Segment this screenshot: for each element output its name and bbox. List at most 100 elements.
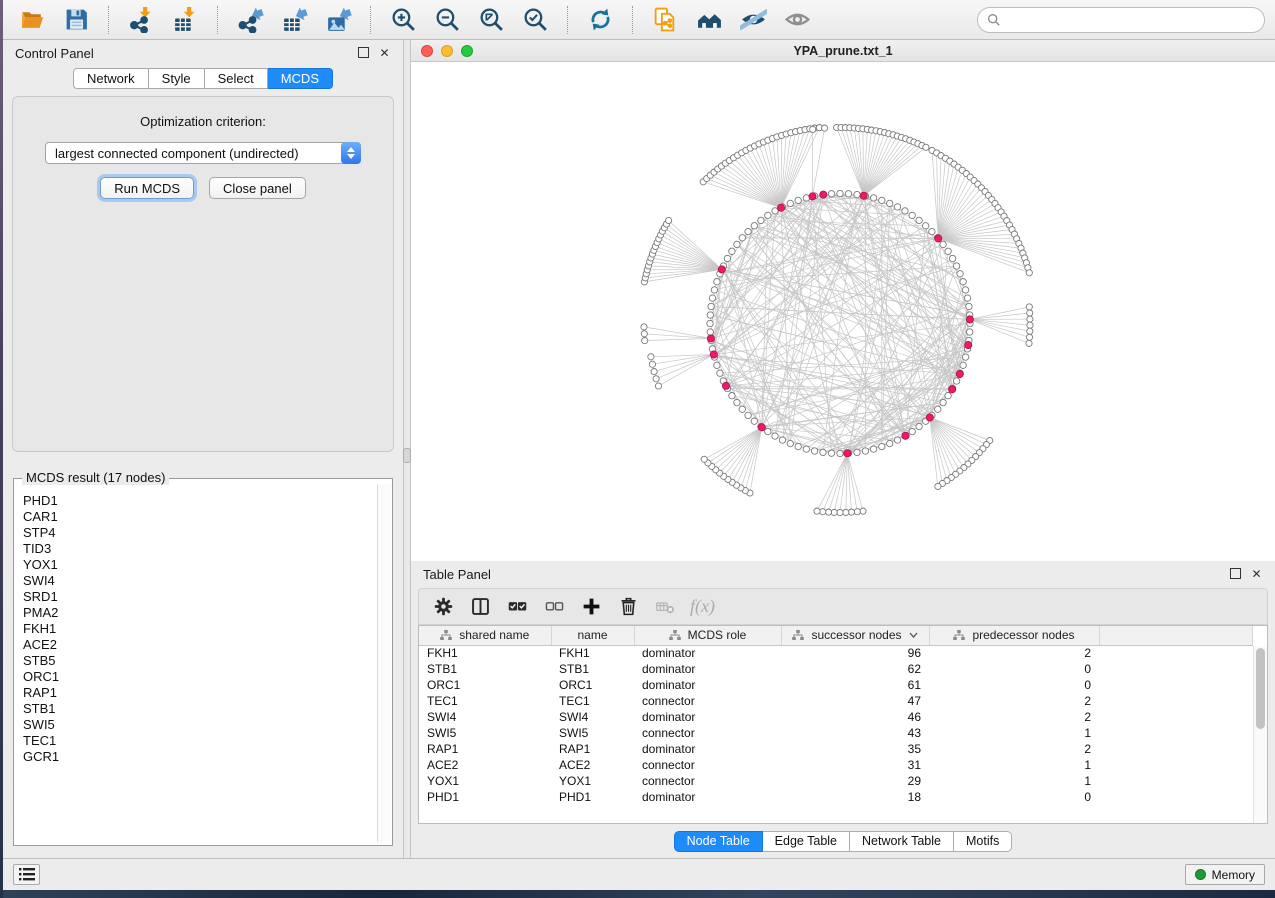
column-header-shared-name[interactable]: shared name (419, 626, 551, 645)
search-field[interactable] (977, 7, 1265, 33)
network-graph[interactable] (411, 62, 1275, 561)
mcds-result-item[interactable]: TID3 (23, 541, 376, 557)
hide-selected-button[interactable] (734, 4, 772, 36)
home-layout-button[interactable] (690, 4, 728, 36)
export-image-button[interactable] (319, 4, 357, 36)
main-area: Control Panel ✕ NetworkStyleSelectMCDS O… (3, 40, 1275, 858)
column-header-name[interactable]: name (551, 626, 634, 645)
mcds-result-item[interactable]: CAR1 (23, 509, 376, 525)
table-cell: dominator (634, 645, 781, 661)
table-row[interactable]: YOX1YOX1connector291 (419, 773, 1253, 789)
mcds-result-item[interactable]: STB1 (23, 701, 376, 717)
split-columns-button[interactable] (464, 593, 497, 621)
tab-motifs[interactable]: Motifs (954, 831, 1012, 852)
column-namespace-icon (953, 630, 965, 641)
close-panel-icon[interactable]: ✕ (378, 47, 391, 60)
mcds-result-item[interactable]: ORC1 (23, 669, 376, 685)
save-session-button[interactable] (57, 4, 95, 36)
zoom-out-button[interactable] (428, 4, 466, 36)
export-network-button[interactable] (231, 4, 269, 36)
delete-table-button[interactable] (649, 593, 682, 621)
mcds-result-item[interactable]: SWI4 (23, 573, 376, 589)
table-panel: Table Panel ✕ (411, 561, 1275, 858)
task-history-button[interactable] (13, 864, 40, 885)
mcds-result-item[interactable]: ACE2 (23, 637, 376, 653)
duplicate-network-button[interactable] (646, 4, 684, 36)
mcds-result-title: MCDS result (17 nodes) (22, 470, 169, 485)
table-row[interactable]: FKH1FKH1dominator962 (419, 645, 1253, 661)
mcds-result-item[interactable]: TEC1 (23, 733, 376, 749)
node-table: shared namenameMCDS rolesuccessor nodesp… (419, 626, 1253, 805)
table-scrollbar-thumb[interactable] (1256, 648, 1265, 729)
show-all-button[interactable] (778, 4, 816, 36)
table-row[interactable]: ORC1ORC1dominator610 (419, 677, 1253, 693)
optimization-select[interactable]: largest connected component (undirected) (45, 142, 361, 164)
tab-node-table[interactable]: Node Table (674, 831, 763, 852)
table-cell: ORC1 (551, 677, 634, 693)
mcds-result-item[interactable]: RAP1 (23, 685, 376, 701)
refresh-view-button[interactable] (581, 4, 619, 36)
column-header-successor-nodes[interactable]: successor nodes (781, 626, 929, 645)
mcds-result-item[interactable]: SWI5 (23, 717, 376, 733)
duplicate-network-icon (652, 6, 679, 33)
select-all-button[interactable] (501, 593, 534, 621)
table-cell: YOX1 (551, 773, 634, 789)
table-row[interactable]: SWI5SWI5connector431 (419, 725, 1253, 741)
table-cell: FKH1 (551, 645, 634, 661)
mcds-list-scrollbar[interactable] (377, 484, 391, 842)
column-header-MCDS-role[interactable]: MCDS role (634, 626, 781, 645)
run-mcds-button[interactable]: Run MCDS (100, 177, 194, 199)
close-table-panel-icon[interactable]: ✕ (1250, 568, 1263, 581)
delete-column-button[interactable] (612, 593, 645, 621)
table-cell: TEC1 (551, 693, 634, 709)
tab-mcds[interactable]: MCDS (268, 68, 333, 89)
mcds-result-item[interactable]: FKH1 (23, 621, 376, 637)
mcds-result-item[interactable]: GCR1 (23, 749, 376, 765)
import-network-button[interactable] (122, 4, 160, 36)
table-settings-button[interactable] (427, 593, 460, 621)
column-header-predecessor-nodes[interactable]: predecessor nodes (929, 626, 1099, 645)
export-table-button[interactable] (275, 4, 313, 36)
column-namespace-icon (440, 630, 452, 641)
table-cell: 43 (781, 725, 929, 741)
memory-button[interactable]: Memory (1185, 864, 1265, 885)
float-panel-icon[interactable] (358, 47, 369, 58)
table-cell: TEC1 (419, 693, 551, 709)
tab-network[interactable]: Network (73, 68, 149, 89)
tab-network-table[interactable]: Network Table (850, 831, 954, 852)
add-column-button[interactable] (575, 593, 608, 621)
table-row[interactable]: TEC1TEC1connector472 (419, 693, 1253, 709)
search-input[interactable] (1007, 12, 1255, 27)
mcds-result-item[interactable]: SRD1 (23, 589, 376, 605)
mcds-result-item[interactable]: STP4 (23, 525, 376, 541)
app-window: Control Panel ✕ NetworkStyleSelectMCDS O… (3, 0, 1275, 890)
import-table-button[interactable] (166, 4, 204, 36)
table-row[interactable]: PHD1PHD1dominator180 (419, 789, 1253, 805)
mcds-result-item[interactable]: PHD1 (23, 493, 376, 509)
table-row[interactable]: STB1STB1dominator620 (419, 661, 1253, 677)
mcds-result-item[interactable]: PMA2 (23, 605, 376, 621)
tab-select[interactable]: Select (205, 68, 268, 89)
table-cell: 62 (781, 661, 929, 677)
function-builder-button[interactable]: f(x) (686, 593, 719, 621)
panel-splitter[interactable] (404, 40, 411, 858)
float-table-panel-icon[interactable] (1230, 568, 1241, 579)
mcds-result-item[interactable]: STB5 (23, 653, 376, 669)
table-cell: dominator (634, 789, 781, 805)
zoom-selected-button[interactable] (516, 4, 554, 36)
tab-style[interactable]: Style (149, 68, 205, 89)
deselect-all-button[interactable] (538, 593, 571, 621)
table-scrollbar[interactable] (1253, 646, 1267, 823)
zoom-in-button[interactable] (384, 4, 422, 36)
table-cell: dominator (634, 661, 781, 677)
zoom-fit-button[interactable] (472, 4, 510, 36)
tab-edge-table[interactable]: Edge Table (763, 831, 850, 852)
close-panel-button[interactable]: Close panel (209, 177, 306, 199)
mcds-result-item[interactable]: YOX1 (23, 557, 376, 573)
table-row[interactable]: RAP1RAP1dominator352 (419, 741, 1253, 757)
open-file-button[interactable] (13, 4, 51, 36)
table-row[interactable]: SWI4SWI4dominator462 (419, 709, 1253, 725)
memory-label: Memory (1212, 868, 1255, 882)
splitter-grip[interactable] (403, 448, 411, 463)
table-row[interactable]: ACE2ACE2connector311 (419, 757, 1253, 773)
